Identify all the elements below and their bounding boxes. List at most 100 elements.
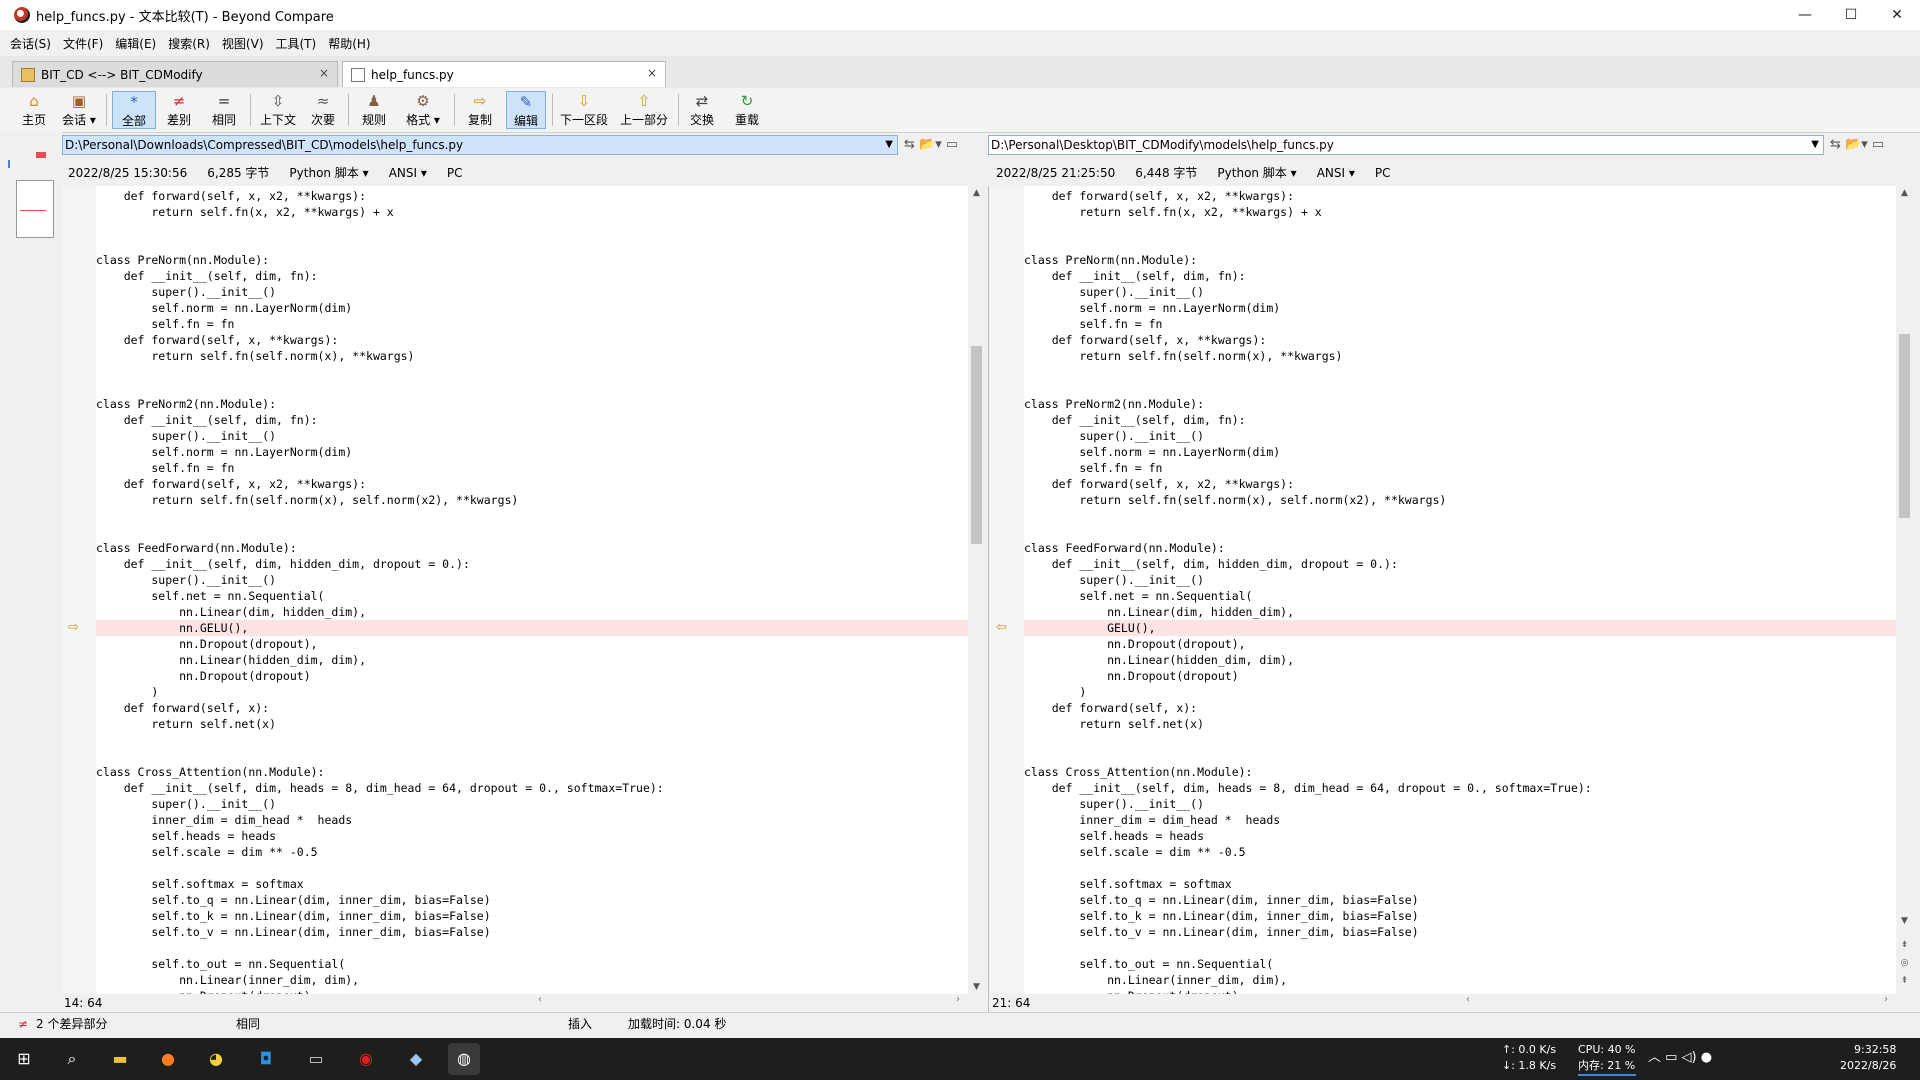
code-line[interactable]: def forward(self, x): <box>96 700 968 716</box>
code-line[interactable]: return self.fn(self.norm(x), self.norm(x… <box>1024 492 1896 508</box>
code-line[interactable]: self.heads = heads <box>1024 828 1896 844</box>
history-icon[interactable]: ⇆ <box>1830 137 1841 152</box>
code-line[interactable]: GELU(), <box>1024 620 1896 636</box>
code-line[interactable]: def __init__(self, dim, heads = 8, dim_h… <box>1024 780 1896 796</box>
scroll-left-icon[interactable]: ‹ <box>538 994 542 1005</box>
right-path-input[interactable]: D:\Personal\Desktop\BIT_CDModify\models\… <box>988 135 1824 155</box>
maximize-button[interactable]: ☐ <box>1828 0 1874 30</box>
scroll-left-icon[interactable]: ‹ <box>1466 994 1470 1005</box>
code-line[interactable] <box>96 508 968 524</box>
code-line[interactable]: self.to_k = nn.Linear(dim, inner_dim, bi… <box>96 908 968 924</box>
code-line[interactable]: nn.Linear(inner_dim, dim), <box>1024 972 1896 988</box>
next-section-button[interactable]: ⇩ 下一区段 <box>558 91 610 129</box>
code-line[interactable]: self.scale = dim ** -0.5 <box>96 844 968 860</box>
terminal-icon[interactable]: ▭ <box>300 1043 332 1075</box>
prev-part-button[interactable]: ⇧ 上一部分 <box>616 91 672 129</box>
code-line[interactable] <box>96 236 968 252</box>
code-line[interactable]: super().__init__() <box>1024 284 1896 300</box>
record-icon[interactable]: ◉ <box>350 1043 382 1075</box>
code-line[interactable] <box>1024 748 1896 764</box>
left-horizontal-scrollbar[interactable]: ‹ › <box>142 994 968 1011</box>
code-line[interactable]: self.norm = nn.LayerNorm(dim) <box>96 300 968 316</box>
code-line[interactable]: def forward(self, x, x2, **kwargs): <box>96 188 968 204</box>
code-line[interactable]: def forward(self, x, **kwargs): <box>96 332 968 348</box>
code-line[interactable]: self.norm = nn.LayerNorm(dim) <box>1024 444 1896 460</box>
tab-close-icon[interactable]: × <box>647 66 657 80</box>
copy-to-left-arrow-icon[interactable]: ⇦ <box>996 621 1012 634</box>
right-vertical-scrollbar[interactable]: ▲ ▼ ⇟ ◎ ⇞ <box>1896 186 1913 994</box>
code-line[interactable]: return self.fn(self.norm(x), **kwargs) <box>96 348 968 364</box>
context-button[interactable]: ⇳ 上下文 <box>256 91 300 129</box>
tray-icons[interactable]: ︿ ▭ ◁) ● <box>1648 1050 1712 1066</box>
code-line[interactable]: nn.Linear(dim, hidden_dim), <box>96 604 968 620</box>
code-line[interactable] <box>96 524 968 540</box>
minimize-button[interactable]: — <box>1782 0 1828 30</box>
file-explorer-icon[interactable]: ▬ <box>104 1043 136 1075</box>
right-code[interactable]: def forward(self, x, x2, **kwargs): retu… <box>1024 188 1896 994</box>
scroll-right-icon[interactable]: › <box>1884 994 1888 1005</box>
code-line[interactable] <box>1024 364 1896 380</box>
code-line[interactable]: def __init__(self, dim, fn): <box>96 268 968 284</box>
code-line[interactable] <box>1024 860 1896 876</box>
left-path-input[interactable]: D:\Personal\Downloads\Compressed\BIT_CD\… <box>62 135 898 155</box>
scroll-thumb[interactable] <box>971 346 982 544</box>
code-line[interactable]: def forward(self, x, x2, **kwargs): <box>96 476 968 492</box>
code-line[interactable]: class FeedForward(nn.Module): <box>1024 540 1896 556</box>
code-line[interactable]: def __init__(self, dim, fn): <box>96 412 968 428</box>
menu-view[interactable]: 视图(V) <box>222 35 264 52</box>
menu-edit[interactable]: 编辑(E) <box>115 35 156 52</box>
edit-button[interactable]: ✎ 编辑 <box>506 91 546 129</box>
left-code-pane[interactable]: ⇨ def forward(self, x, x2, **kwargs): re… <box>62 186 968 994</box>
code-line[interactable] <box>1024 508 1896 524</box>
code-line[interactable] <box>96 364 968 380</box>
code-line[interactable]: class PreNorm(nn.Module): <box>96 252 968 268</box>
overview-thumbnail[interactable] <box>16 180 54 238</box>
menu-search[interactable]: 搜索(R) <box>168 35 210 52</box>
code-line[interactable]: return self.net(x) <box>96 716 968 732</box>
code-line[interactable]: return self.fn(x, x2, **kwargs) + x <box>1024 204 1896 220</box>
right-code-pane[interactable]: ⇦ def forward(self, x, x2, **kwargs): re… <box>990 186 1896 994</box>
code-line[interactable]: self.heads = heads <box>96 828 968 844</box>
menu-help[interactable]: 帮助(H) <box>328 35 370 52</box>
notes-icon[interactable]: ◆ <box>400 1043 432 1075</box>
menu-tools[interactable]: 工具(T) <box>276 35 317 52</box>
copy-button[interactable]: ⇨ 复制 <box>460 91 500 129</box>
code-line[interactable]: nn.Dropout(dropout), <box>96 636 968 652</box>
beyond-compare-taskbar-icon[interactable]: ◍ <box>448 1043 480 1075</box>
code-line[interactable]: def __init__(self, dim, hidden_dim, drop… <box>96 556 968 572</box>
code-line[interactable]: self.fn = fn <box>1024 460 1896 476</box>
code-line[interactable]: self.softmax = softmax <box>1024 876 1896 892</box>
code-line[interactable]: self.to_out = nn.Sequential( <box>96 956 968 972</box>
code-line[interactable] <box>96 220 968 236</box>
code-line[interactable]: class PreNorm2(nn.Module): <box>96 396 968 412</box>
code-line[interactable]: super().__init__() <box>1024 796 1896 812</box>
code-line[interactable]: return self.net(x) <box>1024 716 1896 732</box>
code-line[interactable] <box>1024 732 1896 748</box>
search-icon[interactable]: ⌕ <box>56 1043 88 1075</box>
session-button[interactable]: ▣ 会话 ▾ <box>58 91 100 129</box>
left-vertical-scrollbar[interactable]: ▲ ▼ <box>968 186 985 994</box>
swap-button[interactable]: ⇄ 交换 <box>684 91 720 129</box>
code-line[interactable]: ) <box>96 684 968 700</box>
menu-session[interactable]: 会话(S) <box>10 35 51 52</box>
menu-file[interactable]: 文件(F) <box>63 35 103 52</box>
chevron-down-icon[interactable]: ▼ <box>1811 136 1819 154</box>
code-line[interactable]: super().__init__() <box>96 284 968 300</box>
tab-text-compare[interactable]: help_funcs.py × <box>342 61 666 87</box>
clock[interactable]: 9:32:58 2022/8/26 <box>1840 1042 1896 1074</box>
code-line[interactable]: class FeedForward(nn.Module): <box>96 540 968 556</box>
scroll-down-icon[interactable]: ▼ <box>968 982 985 992</box>
code-line[interactable]: return self.fn(self.norm(x), self.norm(x… <box>96 492 968 508</box>
code-line[interactable]: class Cross_Attention(nn.Module): <box>1024 764 1896 780</box>
code-line[interactable]: nn.Dropout(dropout) <box>96 668 968 684</box>
left-code[interactable]: def forward(self, x, x2, **kwargs): retu… <box>96 188 968 994</box>
code-line[interactable]: super().__init__() <box>1024 572 1896 588</box>
scroll-up-icon[interactable]: ▲ <box>1896 188 1913 198</box>
encoding-select[interactable]: ANSI ▾ <box>389 162 427 184</box>
format-select[interactable]: Python 脚本 ▾ <box>289 162 368 184</box>
next-diff-icon[interactable]: ⇟ <box>1896 940 1913 950</box>
chevron-down-icon[interactable]: ▼ <box>885 136 893 154</box>
code-line[interactable]: self.to_out = nn.Sequential( <box>1024 956 1896 972</box>
right-horizontal-scrollbar[interactable]: ‹ › <box>1070 994 1896 1011</box>
code-line[interactable]: def __init__(self, dim, fn): <box>1024 412 1896 428</box>
